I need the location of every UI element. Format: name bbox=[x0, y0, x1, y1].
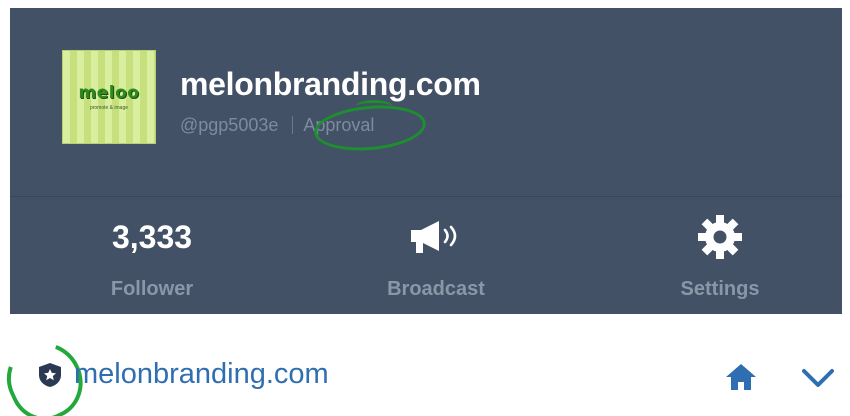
settings-label: Settings bbox=[680, 278, 760, 300]
profile-header: meloo promote & image melonbranding.com … bbox=[10, 8, 842, 314]
settings-button[interactable]: Settings bbox=[620, 214, 820, 301]
shield-star-icon bbox=[39, 363, 61, 387]
meta-divider bbox=[292, 116, 294, 134]
account-name: melonbranding.com bbox=[180, 66, 481, 102]
follower-label: Follower bbox=[110, 278, 194, 300]
follower-count: 3,333 bbox=[111, 219, 193, 255]
logo-tagline: promote & image bbox=[89, 105, 129, 111]
account-handle: @pgp5003e bbox=[180, 114, 279, 135]
stats-divider bbox=[10, 196, 842, 197]
account-logo[interactable]: meloo promote & image bbox=[62, 50, 156, 144]
gear-icon bbox=[698, 215, 742, 259]
logo-wordmark: meloo bbox=[78, 83, 140, 103]
account-title-link[interactable]: melonbranding.com bbox=[74, 358, 329, 391]
broadcast-button[interactable]: Broadcast bbox=[336, 214, 536, 301]
account-title-bar: melonbranding.com bbox=[0, 314, 850, 416]
annotation-stroke bbox=[356, 100, 392, 112]
follower-stat[interactable]: 3,333 Follower bbox=[52, 214, 252, 301]
broadcast-label: Broadcast bbox=[387, 278, 485, 300]
chevron-down-icon[interactable] bbox=[800, 366, 836, 390]
home-icon[interactable] bbox=[724, 362, 758, 392]
megaphone-icon bbox=[411, 221, 457, 253]
